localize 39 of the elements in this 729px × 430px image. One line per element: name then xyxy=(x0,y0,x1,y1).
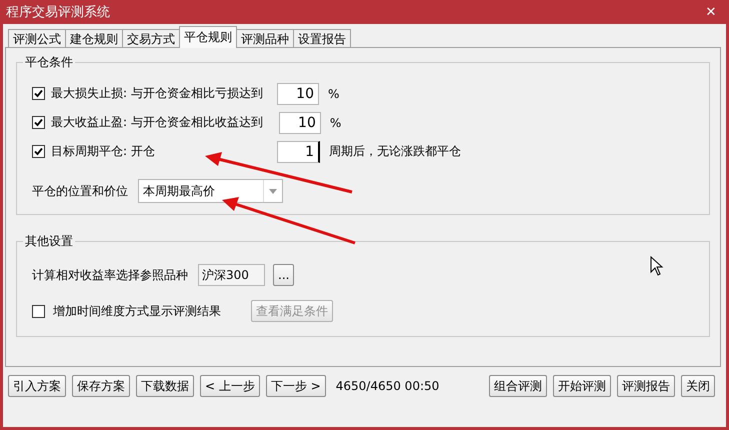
option-label: 最大收益止盈: 与开仓资金相比收益达到 xyxy=(51,114,263,131)
close-button[interactable]: ✕ xyxy=(696,4,726,20)
tab[interactable]: 建仓规则 xyxy=(65,29,123,48)
action-button[interactable]: 组合评测 xyxy=(489,375,547,397)
option-label: 目标周期平仓: 开仓 xyxy=(51,143,156,160)
dropdown[interactable]: 本周期最高价 xyxy=(138,179,283,203)
window-title: 程序交易评测系统 xyxy=(6,4,110,21)
checkbox[interactable] xyxy=(32,87,45,100)
group-title: 平仓条件 xyxy=(23,54,75,71)
action-button[interactable]: 评测报告 xyxy=(617,375,675,397)
dropdown-arrow-icon xyxy=(269,188,277,194)
browse-button[interactable]: ... xyxy=(273,264,294,286)
action-button[interactable]: 关闭 xyxy=(681,375,715,397)
input-field[interactable]: 10 xyxy=(277,82,319,104)
toolbar-button[interactable]: 保存方案 xyxy=(72,375,130,397)
input-field[interactable]: 10 xyxy=(278,112,321,134)
unit-label: % xyxy=(328,86,340,100)
unit-label: 周期后，无论涨跌都平仓 xyxy=(329,143,461,160)
checkbox[interactable] xyxy=(32,116,45,129)
option-label: 增加时间维度方式显示评测结果 xyxy=(53,302,222,320)
input-field[interactable]: 沪深300 xyxy=(198,264,265,286)
action-button[interactable]: 开始评测 xyxy=(553,375,611,397)
group-title: 其他设置 xyxy=(23,233,75,250)
toolbar-button[interactable]: 引入方案 xyxy=(8,375,66,397)
field-label: 平仓的位置和价位 xyxy=(32,182,128,200)
toolbar-button[interactable]: 下一步 > xyxy=(266,375,326,397)
input-field[interactable]: 1 xyxy=(277,140,320,162)
option-label: 最大损失止损: 与开仓资金相比亏损达到 xyxy=(51,85,264,102)
toolbar-button[interactable]: 下载数据 xyxy=(136,375,194,397)
tab[interactable]: 交易方式 xyxy=(122,29,180,48)
progress-status: 4650/4650 00:50 xyxy=(336,379,440,393)
mouse-cursor-icon xyxy=(650,256,664,276)
unit-label: % xyxy=(330,116,342,130)
checkbox[interactable] xyxy=(32,145,45,158)
tab[interactable]: 评测公式 xyxy=(8,29,66,48)
toolbar-button[interactable]: < 上一步 xyxy=(200,375,260,397)
tab[interactable]: 平仓规则 xyxy=(179,26,237,48)
tab[interactable]: 设置报告 xyxy=(293,29,351,48)
field-label: 计算相对收益率选择参照品种 xyxy=(32,266,188,284)
